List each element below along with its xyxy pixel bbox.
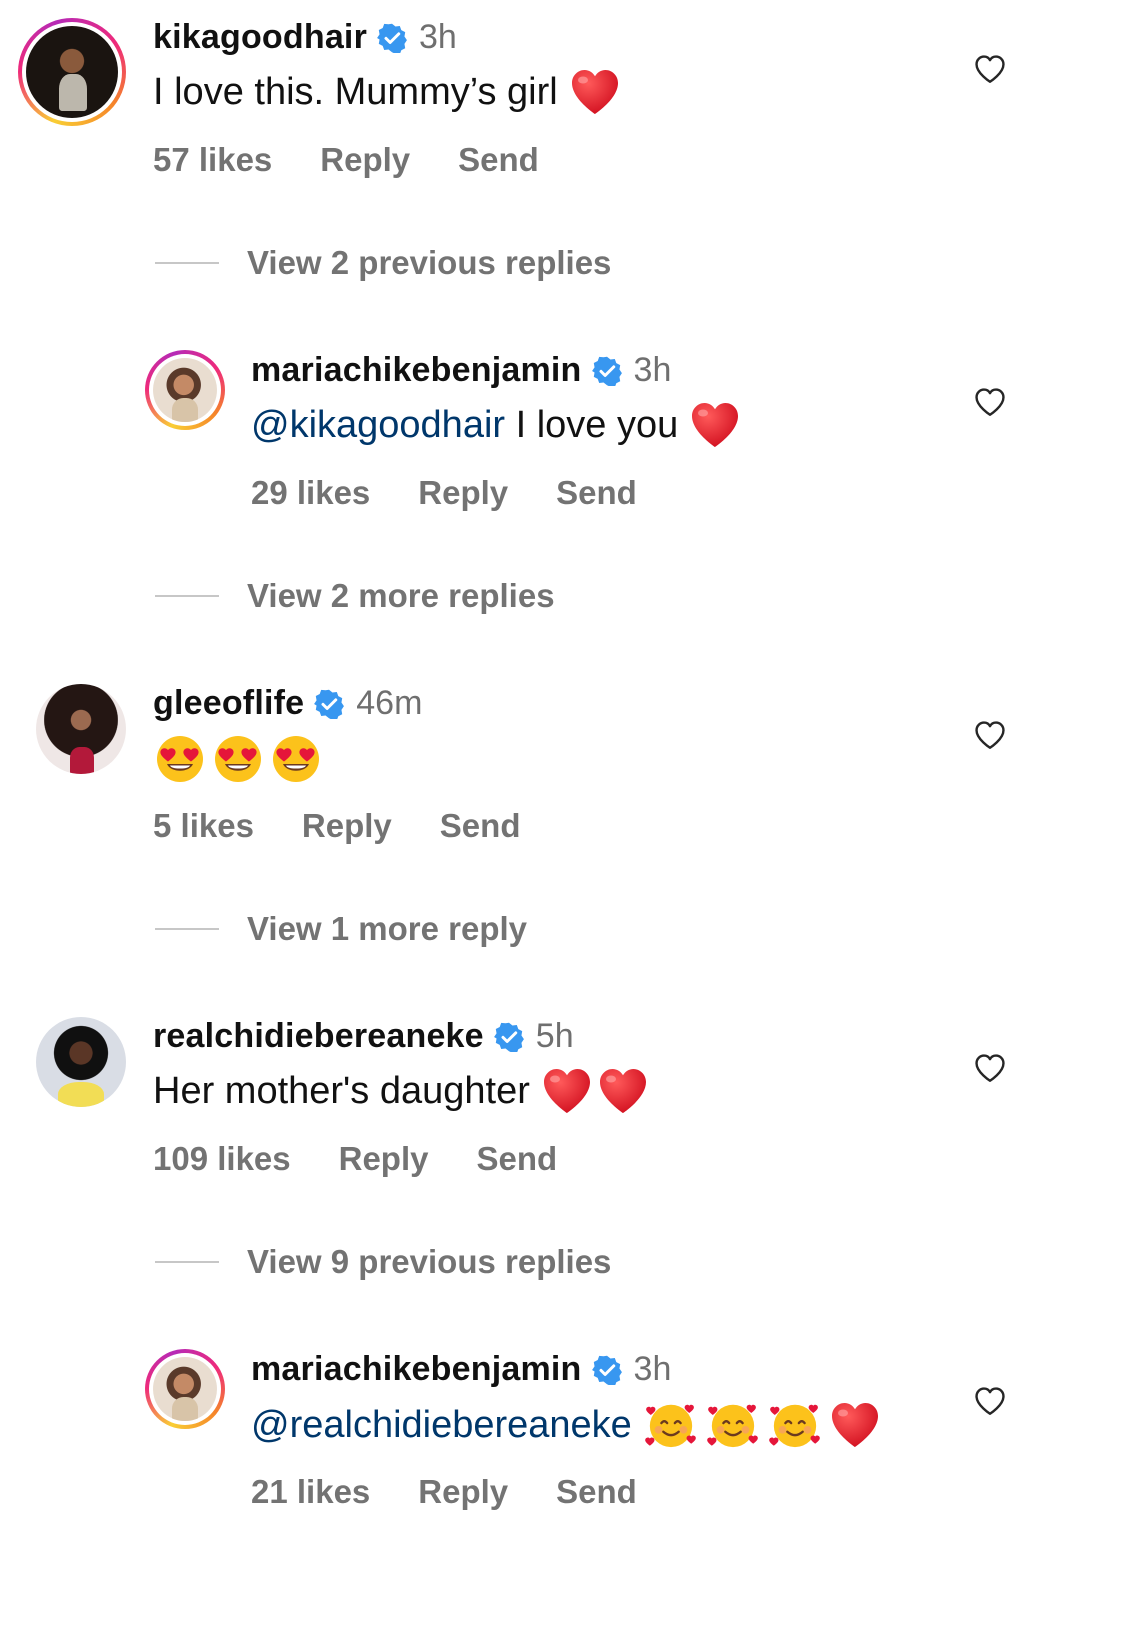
verified-badge-icon [377, 23, 407, 53]
mention-link[interactable]: @kikagoodhair [251, 404, 505, 447]
timestamp: 5h [535, 1017, 574, 1055]
likes-count[interactable]: 109 likes [153, 1140, 291, 1178]
reply-button[interactable]: Reply [418, 474, 508, 512]
red-heart-emoji-icon [690, 401, 740, 449]
heart-outline-icon[interactable] [972, 1384, 1008, 1418]
reply-button[interactable]: Reply [418, 1473, 508, 1511]
smiling-face-with-hearts-emoji-icon [706, 1400, 760, 1450]
comment-actions: 57 likes Reply Send [153, 141, 587, 179]
send-button[interactable]: Send [440, 807, 521, 845]
comment-body: Her mother's daughter [153, 1069, 530, 1112]
view-replies-button[interactable]: View 2 previous replies [155, 244, 611, 282]
reply-button[interactable]: Reply [302, 807, 392, 845]
comment-text: Her mother's daughter [153, 1067, 648, 1115]
smiling-face-with-hearts-emoji-icon [644, 1400, 698, 1450]
avatar[interactable] [18, 18, 126, 126]
divider [155, 262, 219, 264]
comment-header: realchidiebereaneke 5h [153, 1017, 574, 1056]
view-replies-button[interactable]: View 9 previous replies [155, 1243, 611, 1281]
comment-actions: 109 likes Reply Send [153, 1140, 605, 1178]
verified-badge-icon [592, 356, 622, 386]
timestamp: 46m [356, 684, 423, 722]
comment-text: @kikagoodhair I love you [251, 401, 740, 449]
emoji-group [644, 1400, 880, 1450]
view-replies-label: View 2 more replies [247, 577, 555, 614]
heart-eyes-emoji-icon [213, 734, 263, 784]
comment-body: I love you [505, 403, 679, 446]
comment-body: I love this. Mummy’s girl [153, 70, 558, 113]
likes-count[interactable]: 57 likes [153, 141, 272, 179]
emoji-group [155, 734, 321, 784]
mention-link[interactable]: @realchidiebereaneke [251, 1404, 632, 1447]
view-replies-label: View 9 previous replies [247, 1243, 612, 1280]
comment-text: @realchidiebereaneke [251, 1400, 880, 1450]
red-heart-emoji-icon [542, 1067, 592, 1115]
username[interactable]: mariachikebenjamin [251, 1350, 582, 1389]
heart-outline-icon[interactable] [972, 52, 1008, 86]
comment-header: mariachikebenjamin 3h [251, 1350, 671, 1389]
username[interactable]: realchidiebereaneke [153, 1017, 484, 1056]
divider [155, 595, 219, 597]
heart-eyes-emoji-icon [271, 734, 321, 784]
verified-badge-icon [592, 1355, 622, 1385]
view-replies-button[interactable]: View 1 more reply [155, 910, 527, 948]
avatar[interactable] [145, 1349, 225, 1429]
divider [155, 928, 219, 930]
comment-actions: 29 likes Reply Send [251, 474, 685, 512]
likes-count[interactable]: 29 likes [251, 474, 370, 512]
timestamp: 3h [633, 351, 672, 389]
comment-actions: 21 likes Reply Send [251, 1473, 685, 1511]
heart-outline-icon[interactable] [972, 385, 1008, 419]
send-button[interactable]: Send [556, 1473, 637, 1511]
view-replies-label: View 2 previous replies [247, 244, 612, 281]
heart-eyes-emoji-icon [155, 734, 205, 784]
avatar[interactable] [36, 1017, 126, 1107]
view-replies-label: View 1 more reply [247, 910, 528, 947]
username[interactable]: mariachikebenjamin [251, 351, 582, 390]
send-button[interactable]: Send [477, 1140, 558, 1178]
likes-count[interactable]: 21 likes [251, 1473, 370, 1511]
verified-badge-icon [314, 689, 344, 719]
username[interactable]: gleeoflife [153, 684, 304, 723]
red-heart-emoji-icon [830, 1401, 880, 1449]
likes-count[interactable]: 5 likes [153, 807, 254, 845]
timestamp: 3h [633, 1350, 672, 1388]
divider [155, 1261, 219, 1263]
reply-button[interactable]: Reply [339, 1140, 429, 1178]
comment-text: I love this. Mummy’s girl [153, 68, 620, 116]
heart-outline-icon[interactable] [972, 718, 1008, 752]
red-heart-emoji-icon [570, 68, 620, 116]
verified-badge-icon [494, 1022, 524, 1052]
smiling-face-with-hearts-emoji-icon [768, 1400, 822, 1450]
send-button[interactable]: Send [458, 141, 539, 179]
send-button[interactable]: Send [556, 474, 637, 512]
username[interactable]: kikagoodhair [153, 18, 367, 57]
timestamp: 3h [419, 18, 457, 56]
comment-actions: 5 likes Reply Send [153, 807, 568, 845]
heart-outline-icon[interactable] [972, 1051, 1008, 1085]
comment-header: gleeoflife 46m [153, 684, 422, 723]
comment-text [155, 734, 321, 784]
comment-header: mariachikebenjamin 3h [251, 351, 671, 390]
avatar[interactable] [145, 350, 225, 430]
red-heart-emoji-icon [598, 1067, 648, 1115]
view-replies-button[interactable]: View 2 more replies [155, 577, 555, 615]
avatar[interactable] [36, 684, 126, 774]
comment-header: kikagoodhair 3h [153, 18, 457, 57]
reply-button[interactable]: Reply [320, 141, 410, 179]
